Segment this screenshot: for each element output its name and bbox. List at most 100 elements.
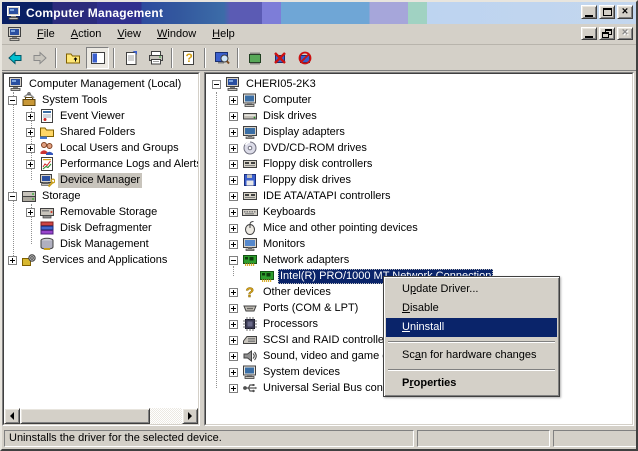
tree-item-label[interactable]: Local Users and Groups	[58, 141, 181, 156]
expand-icon[interactable]	[229, 160, 238, 169]
tree-item-disk-management[interactable]: Disk Management	[4, 236, 198, 252]
horizontal-scrollbar[interactable]	[4, 408, 198, 424]
tree-item-label[interactable]: Display adapters	[261, 125, 347, 140]
child-close-button[interactable]: ×	[617, 27, 633, 40]
minimize-button[interactable]	[581, 5, 597, 19]
tree-item-shared-folders[interactable]: Shared Folders	[4, 124, 198, 140]
tree-item-system-tools[interactable]: System Tools	[4, 92, 198, 108]
expand-icon[interactable]	[229, 144, 238, 153]
tree-item-label[interactable]: Services and Applications	[40, 253, 169, 268]
disable-button[interactable]	[293, 47, 316, 69]
tree-item-label[interactable]: Shared Folders	[58, 125, 137, 140]
tree-item-label[interactable]: Disk drives	[261, 109, 319, 124]
tree-item-performance-logs-and-alerts[interactable]: Performance Logs and Alerts	[4, 156, 198, 172]
tree-item-computer[interactable]: Computer	[206, 92, 632, 108]
expand-icon[interactable]	[229, 384, 238, 393]
expand-icon[interactable]	[26, 208, 35, 217]
tree-item-label[interactable]: Device Manager	[58, 173, 142, 188]
expand-icon[interactable]	[26, 144, 35, 153]
expand-icon[interactable]	[229, 320, 238, 329]
tree-item-services-and-applications[interactable]: Services and Applications	[4, 252, 198, 268]
context-menu-item-properties[interactable]: Properties	[386, 374, 557, 393]
tree-item-label[interactable]: Floppy disk drives	[261, 173, 353, 188]
menu-action[interactable]: Action	[63, 26, 110, 42]
tree-item-label[interactable]: DVD/CD-ROM drives	[261, 141, 369, 156]
up-one-level-button[interactable]	[61, 47, 84, 69]
tree-item-label[interactable]: CHERI05-2K3	[244, 77, 318, 92]
tree-item-removable-storage[interactable]: Removable Storage	[4, 204, 198, 220]
context-menu-item-update-driver[interactable]: Update Driver...	[386, 280, 557, 299]
tree-item-label[interactable]: Disk Management	[58, 237, 151, 252]
tree-item-local-users-and-groups[interactable]: Local Users and Groups	[4, 140, 198, 156]
tree-item-keyboards[interactable]: Keyboards	[206, 204, 632, 220]
context-menu-item-disable[interactable]: Disable	[386, 299, 557, 318]
tree-item-computer-management-local[interactable]: Computer Management (Local)	[4, 76, 198, 92]
expand-icon[interactable]	[229, 96, 238, 105]
tree-item-label[interactable]: SCSI and RAID controllers	[261, 333, 395, 348]
collapse-icon[interactable]	[212, 80, 221, 89]
tree-item-label[interactable]: IDE ATA/ATAPI controllers	[261, 189, 393, 204]
tree-item-label[interactable]: Floppy disk controllers	[261, 157, 374, 172]
tree-item-label[interactable]: Event Viewer	[58, 109, 127, 124]
properties-button[interactable]	[119, 47, 142, 69]
tree-item-floppy-disk-controllers[interactable]: Floppy disk controllers	[206, 156, 632, 172]
expand-icon[interactable]	[8, 256, 17, 265]
tree-item-monitors[interactable]: Monitors	[206, 236, 632, 252]
menu-help[interactable]: Help	[204, 26, 243, 42]
back-button[interactable]	[3, 47, 26, 69]
tree-item-label[interactable]: Keyboards	[261, 205, 318, 220]
expand-icon[interactable]	[229, 368, 238, 377]
expand-icon[interactable]	[229, 304, 238, 313]
tree-item-label[interactable]: Disk Defragmenter	[58, 221, 154, 236]
expand-icon[interactable]	[229, 112, 238, 121]
scroll-left-button[interactable]	[4, 408, 20, 424]
tree-item-label[interactable]: Removable Storage	[58, 205, 159, 220]
tree-item-device-manager[interactable]: Device Manager	[4, 172, 198, 188]
expand-icon[interactable]	[229, 336, 238, 345]
expand-icon[interactable]	[229, 240, 238, 249]
tree-item-label[interactable]: Computer Management (Local)	[27, 77, 183, 92]
child-minimize-button[interactable]	[581, 27, 597, 40]
menu-window[interactable]: Window	[149, 26, 204, 42]
tree-item-ide-ata-atapi-controllers[interactable]: IDE ATA/ATAPI controllers	[206, 188, 632, 204]
expand-icon[interactable]	[229, 224, 238, 233]
scan-for-hardware-changes-button[interactable]	[210, 47, 233, 69]
expand-icon[interactable]	[229, 352, 238, 361]
forward-button[interactable]	[28, 47, 51, 69]
update-driver-button[interactable]	[243, 47, 266, 69]
uninstall-button[interactable]	[268, 47, 291, 69]
tree-item-floppy-disk-drives[interactable]: Floppy disk drives	[206, 172, 632, 188]
tree-item-display-adapters[interactable]: Display adapters	[206, 124, 632, 140]
expand-icon[interactable]	[229, 176, 238, 185]
tree-item-label[interactable]: Performance Logs and Alerts	[58, 157, 199, 172]
tree-item-label[interactable]: Mice and other pointing devices	[261, 221, 420, 236]
tree-item-label[interactable]: Ports (COM & LPT)	[261, 301, 360, 316]
expand-icon[interactable]	[26, 128, 35, 137]
tree-item-label[interactable]: Computer	[261, 93, 313, 108]
expand-icon[interactable]	[229, 288, 238, 297]
print-button[interactable]	[144, 47, 167, 69]
close-button[interactable]: ×	[617, 5, 633, 19]
tree-item-label[interactable]: Storage	[40, 189, 83, 204]
tree-item-label[interactable]: System Tools	[40, 93, 109, 108]
tree-item-label[interactable]: Other devices	[261, 285, 333, 300]
expand-icon[interactable]	[26, 112, 35, 121]
collapse-icon[interactable]	[8, 192, 17, 201]
maximize-button[interactable]	[599, 5, 615, 19]
tree-item-disk-drives[interactable]: Disk drives	[206, 108, 632, 124]
tree-item-label[interactable]: Monitors	[261, 237, 307, 252]
child-restore-button[interactable]	[599, 27, 615, 40]
title-bar[interactable]: Computer Management ×	[2, 2, 636, 24]
context-menu-item-scan-for-hardware-changes[interactable]: Scan for hardware changes	[386, 346, 557, 365]
context-menu-item-uninstall[interactable]: Uninstall	[386, 318, 557, 337]
tree-item-cheri05-2k3[interactable]: CHERI05-2K3	[206, 76, 632, 92]
menu-file[interactable]: File	[29, 26, 63, 42]
collapse-icon[interactable]	[8, 96, 17, 105]
tree-item-event-viewer[interactable]: Event Viewer	[4, 108, 198, 124]
tree-item-network-adapters[interactable]: Network adapters	[206, 252, 632, 268]
tree-item-mice-and-other-pointing-devices[interactable]: Mice and other pointing devices	[206, 220, 632, 236]
scroll-right-button[interactable]	[182, 408, 198, 424]
expand-icon[interactable]	[229, 128, 238, 137]
collapse-icon[interactable]	[229, 256, 238, 265]
menu-view[interactable]: View	[109, 26, 149, 42]
